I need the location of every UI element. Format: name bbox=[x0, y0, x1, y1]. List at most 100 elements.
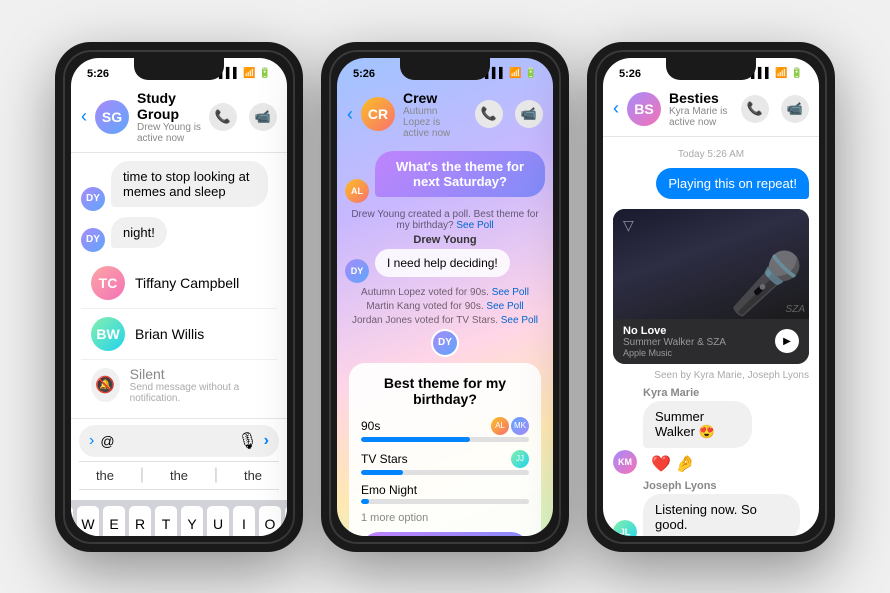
side-button-vol-down-3[interactable] bbox=[587, 228, 589, 268]
side-button-vol-up[interactable] bbox=[55, 178, 57, 218]
side-button-power[interactable] bbox=[301, 180, 303, 245]
autocomplete-word-2[interactable]: the bbox=[162, 466, 196, 485]
side-button-power-3[interactable] bbox=[833, 180, 835, 245]
back-button-2[interactable]: ‹ bbox=[347, 104, 353, 125]
crew-msg-1: AL What's the theme for next Saturday? bbox=[345, 151, 545, 203]
tiffany-avatar-img: TC bbox=[91, 266, 125, 300]
back-button-3[interactable]: ‹ bbox=[613, 98, 619, 119]
poll-option-row-3: Emo Night bbox=[361, 483, 529, 497]
battery-icon-3: 🔋 bbox=[791, 68, 803, 79]
message-row-1: DY time to stop looking at memes and sle… bbox=[81, 161, 277, 211]
phone-call-icon-2[interactable]: 📞 bbox=[475, 100, 503, 128]
see-poll-link-2[interactable]: See Poll bbox=[492, 287, 529, 298]
drew-avatar-float: DY bbox=[345, 329, 545, 357]
kb-e[interactable]: E bbox=[103, 506, 125, 536]
poll-bar-90s-bg bbox=[361, 437, 529, 442]
silent-sub: Send message without a notification. bbox=[130, 382, 267, 404]
kb-w[interactable]: W bbox=[77, 506, 99, 536]
poll-option-emonight: Emo Night bbox=[361, 483, 529, 504]
group-name-1: Study Group bbox=[137, 90, 201, 122]
send-icon-1[interactable]: › bbox=[264, 432, 269, 450]
notch-3 bbox=[666, 58, 756, 80]
video-call-icon-2[interactable]: 📹 bbox=[515, 100, 543, 128]
down-arrow-icon: ▽ bbox=[623, 217, 634, 234]
poll-option-90s: 90s AL MK bbox=[361, 417, 529, 442]
see-poll-link-3[interactable]: See Poll bbox=[486, 301, 523, 312]
tiffany-avatar: TC bbox=[91, 266, 125, 300]
group-avatar-img-1: SG bbox=[95, 100, 129, 134]
status-time-1: 5:26 bbox=[87, 68, 109, 80]
wifi-icon-1: 📶 bbox=[243, 68, 255, 79]
notch-2 bbox=[400, 58, 490, 80]
kb-u[interactable]: U bbox=[207, 506, 229, 536]
poll-avatars-90s: AL MK bbox=[491, 417, 529, 435]
crew-avatar-img: CR bbox=[361, 97, 395, 131]
message-bubble-2: night! bbox=[111, 217, 167, 248]
poll-voter-3: JJ bbox=[511, 450, 529, 468]
crew-messages-area: AL What's the theme for next Saturday? D… bbox=[337, 147, 553, 536]
kb-r[interactable]: R bbox=[129, 506, 151, 536]
side-button-vol-down-2[interactable] bbox=[321, 228, 323, 268]
music-title: No Love bbox=[623, 325, 726, 337]
side-button-vol-up-2[interactable] bbox=[321, 178, 323, 218]
kb-y[interactable]: Y bbox=[181, 506, 203, 536]
video-call-icon-3[interactable]: 📹 bbox=[781, 95, 809, 123]
music-source: Apple Music bbox=[623, 348, 726, 358]
drew-bubble: I need help deciding! bbox=[375, 249, 510, 277]
see-poll-link-1[interactable]: See Poll bbox=[456, 220, 493, 231]
joseph-avatar: JL bbox=[613, 520, 637, 536]
silent-info: Silent Send message without a notificati… bbox=[130, 366, 267, 404]
phone2: 5:26 ▌▌▌ 📶 🔋 ‹ CR Crew Autumn Lopez is a… bbox=[321, 42, 569, 552]
contact-item-tiffany[interactable]: TC Tiffany Campbell bbox=[81, 258, 277, 309]
crew-event-3: Martin Kang voted for 90s. See Poll bbox=[345, 301, 545, 312]
contact-item-brian[interactable]: BW Brian Willis bbox=[81, 309, 277, 360]
phone3: 5:26 ▌▌▌ 📶 🔋 ‹ BS Besties Kyra Marie is … bbox=[587, 42, 835, 552]
header-info-1: Study Group Drew Young is active now bbox=[137, 90, 201, 144]
side-button-vol-up-3[interactable] bbox=[587, 178, 589, 218]
autocomplete-word-1[interactable]: the bbox=[88, 466, 122, 485]
message-input-1[interactable]: @ bbox=[100, 433, 231, 449]
play-button[interactable]: ▶ bbox=[775, 329, 799, 353]
side-button-mute-3[interactable] bbox=[587, 140, 589, 168]
poll-bar-tvstars-bg bbox=[361, 470, 529, 475]
chat-header-1: ‹ SG Study Group Drew Young is active no… bbox=[71, 86, 287, 153]
expand-icon-1[interactable]: › bbox=[89, 432, 94, 450]
joseph-name: Joseph Lyons bbox=[643, 480, 809, 492]
back-button-1[interactable]: ‹ bbox=[81, 106, 87, 127]
side-button-vol-down[interactable] bbox=[55, 228, 57, 268]
drew-avatar: DY bbox=[345, 259, 369, 283]
autocomplete-word-3[interactable]: the bbox=[236, 466, 270, 485]
music-card[interactable]: ▽ 🎤 SZA No Love Summer Walker & SZA Appl… bbox=[613, 209, 809, 364]
poll-label-tvstars: TV Stars bbox=[361, 452, 408, 466]
crew-event-1: Drew Young created a poll. Best theme fo… bbox=[345, 209, 545, 231]
status-icons-3: ▌▌▌ 📶 🔋 bbox=[751, 68, 803, 79]
besties-name: Besties bbox=[669, 90, 733, 106]
kb-i[interactable]: I bbox=[233, 506, 255, 536]
music-text-info: No Love Summer Walker & SZA Apple Music bbox=[623, 325, 726, 358]
status-icons-2: ▌▌▌ 📶 🔋 bbox=[485, 68, 537, 79]
brian-avatar: BW bbox=[91, 317, 125, 351]
side-button-mute-2[interactable] bbox=[321, 140, 323, 168]
mic-icon-1[interactable]: 🎙 bbox=[237, 431, 257, 451]
input-area-1: › @ 🎙 › the | the | the bbox=[71, 418, 287, 500]
vote-button[interactable]: Vote bbox=[361, 532, 529, 536]
chat-header-3: ‹ BS Besties Kyra Marie is active now 📞 … bbox=[603, 86, 819, 137]
kb-o[interactable]: O bbox=[259, 506, 281, 536]
kb-q[interactable]: Q bbox=[71, 506, 73, 536]
see-poll-link-4[interactable]: See Poll bbox=[501, 315, 538, 326]
silent-icon: 🔕 bbox=[91, 368, 120, 402]
crew-event-2: Autumn Lopez voted for 90s. See Poll bbox=[345, 287, 545, 298]
chat-header-2: ‹ CR Crew Autumn Lopez is active now 📞 📹 bbox=[337, 86, 553, 147]
side-button-mute[interactable] bbox=[55, 140, 57, 168]
phone-call-icon-3[interactable]: 📞 bbox=[741, 95, 769, 123]
kyra-avatar: KM bbox=[613, 450, 637, 474]
side-button-power-2[interactable] bbox=[567, 180, 569, 245]
kb-t[interactable]: T bbox=[155, 506, 177, 536]
silent-item[interactable]: 🔕 Silent Send message without a notifica… bbox=[81, 360, 277, 410]
status-icons-1: ▌▌▌ 📶 🔋 bbox=[219, 68, 271, 79]
messages-area-1: DY time to stop looking at memes and sle… bbox=[71, 153, 287, 418]
kb-p[interactable]: P bbox=[285, 506, 287, 536]
video-call-icon-1[interactable]: 📹 bbox=[249, 103, 277, 131]
phone3-screen: 5:26 ▌▌▌ 📶 🔋 ‹ BS Besties Kyra Marie is … bbox=[603, 58, 819, 536]
phone-call-icon-1[interactable]: 📞 bbox=[209, 103, 237, 131]
